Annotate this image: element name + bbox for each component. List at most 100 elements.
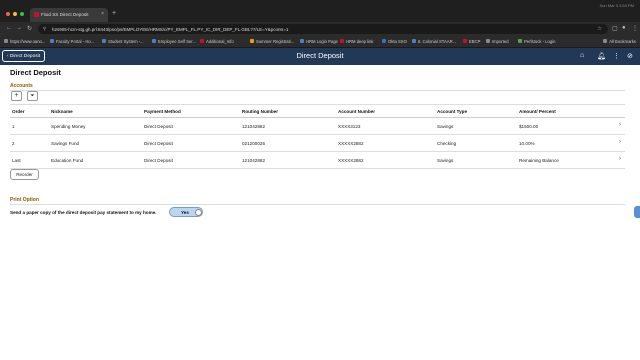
- section-divider: [10, 90, 625, 91]
- bookmark-label: Okta SSO: [388, 38, 407, 44]
- column-header: Nickname: [51, 108, 73, 114]
- actions-menu-icon[interactable]: ⋮: [613, 52, 620, 60]
- bookmark-favicon-icon: [518, 39, 522, 44]
- bookmark-item[interactable]: HRM Login Page: [300, 39, 338, 44]
- browser-menu-icon[interactable]: ⋮: [632, 25, 638, 32]
- favicon-icon: [34, 12, 39, 17]
- menubar-status: Sun Mar 3 2:53 PM: [599, 3, 634, 8]
- bookmark-label: EBCP: [469, 38, 481, 44]
- section-divider: [10, 204, 625, 205]
- bookmark-item[interactable]: Summer Registrati...: [250, 39, 294, 44]
- order-cell: Last: [12, 157, 21, 163]
- address-bar-row: ← → ↻ ⚲ h2s905-hcm-stg.gh.prl:8443/psc/p…: [0, 22, 640, 36]
- all-bookmarks[interactable]: All Bookmarks: [603, 39, 636, 44]
- toggle-label: Yes: [181, 209, 189, 215]
- bookmark-label: Student System -...: [108, 38, 144, 44]
- toggle-knob[interactable]: [194, 208, 202, 216]
- profile-icon[interactable]: ●: [622, 25, 626, 31]
- table-row[interactable]: Last Education Fund Direct Deposit 12104…: [10, 152, 625, 169]
- bookmark-item[interactable]: EBCP: [463, 39, 480, 44]
- account-cell: XXXX3123: [338, 123, 361, 129]
- bookmark-item[interactable]: HRM deep link: [340, 39, 373, 44]
- order-cell: 1: [12, 123, 15, 129]
- bookmark-item[interactable]: 6. Colonial STAAR...: [412, 39, 456, 44]
- bookmark-item[interactable]: Student System -...: [102, 39, 144, 44]
- bookmark-favicon-icon: [486, 39, 490, 44]
- column-header: Payment Method: [144, 108, 181, 114]
- nickname-cell: Savings Fund: [51, 140, 80, 146]
- method-cell: Direct Deposit: [144, 157, 173, 163]
- bookmark-star-icon[interactable]: ☆: [597, 26, 602, 32]
- chevron-right-icon[interactable]: ›: [619, 122, 621, 128]
- bookmark-favicon-icon: [102, 39, 106, 44]
- bookmark-label: https://www.oano...: [10, 38, 46, 44]
- new-tab-button[interactable]: +: [112, 10, 116, 17]
- bookmark-label: Perfstock - Login: [524, 38, 556, 44]
- bookmark-favicon-icon: [200, 39, 204, 44]
- browser-tab[interactable]: Fluid SS Direct Deposit ×: [30, 8, 108, 22]
- bookmark-favicon-icon: [382, 39, 386, 44]
- account-cell: XXXXX2882: [338, 157, 364, 163]
- home-icon[interactable]: ⌂: [580, 52, 584, 59]
- column-header: Amount/ Percent: [519, 108, 556, 114]
- bookmark-label: HRM deep link: [346, 38, 374, 44]
- bookmark-favicon-icon: [340, 39, 344, 44]
- url-text: h2s905-hcm-stg.gh.prl:8443/psc/ps/EMPLOY…: [52, 26, 289, 32]
- add-account-button[interactable]: +: [11, 91, 22, 101]
- close-window-icon[interactable]: [6, 12, 10, 16]
- extensions-icon[interactable]: ▢: [612, 25, 618, 32]
- table-row[interactable]: 2 Savings Fund Direct Deposit 021200025 …: [10, 135, 625, 152]
- bookmark-label: Imported: [492, 38, 509, 44]
- bookmark-favicon-icon: [412, 39, 416, 44]
- bookmark-item[interactable]: Employee Self Ser...: [152, 39, 196, 44]
- back-icon[interactable]: ←: [6, 25, 12, 31]
- type-cell: Savings: [437, 157, 454, 163]
- maximize-window-icon[interactable]: [20, 12, 24, 16]
- print-option-heading: Print Option: [10, 197, 39, 203]
- bookmark-favicon-icon: [50, 39, 54, 44]
- bookmark-label: 6. Colonial STAAR...: [418, 38, 457, 44]
- app-banner: ‹ Direct Deposit Direct Deposit ⌂ 🔔︎ ⋮ ⊘: [0, 48, 640, 65]
- filter-button[interactable]: ⏷: [27, 91, 38, 101]
- method-cell: Direct Deposit: [144, 140, 173, 146]
- column-header: Account Type: [437, 108, 468, 114]
- routing-cell: 121042882: [242, 123, 265, 129]
- notifications-icon[interactable]: 🔔︎: [597, 52, 606, 60]
- bookmark-item[interactable]: https://www.oano...: [4, 39, 45, 44]
- forward-icon[interactable]: →: [16, 25, 22, 31]
- column-header: Account Number: [338, 108, 376, 114]
- reload-icon[interactable]: ↻: [27, 25, 32, 32]
- tab-close-icon[interactable]: ×: [101, 11, 104, 17]
- minimize-window-icon[interactable]: [13, 12, 17, 16]
- bookmark-item[interactable]: Additional_Info: [200, 39, 234, 44]
- accounts-heading: Accounts: [10, 83, 33, 89]
- chevron-right-icon[interactable]: ›: [619, 156, 621, 162]
- account-cell: XXXXX2882: [338, 140, 364, 146]
- routing-cell: 121042882: [242, 157, 265, 163]
- navbar-icon[interactable]: ⊘: [627, 52, 633, 60]
- nickname-cell: Education Fund: [51, 157, 84, 163]
- banner-title: Direct Deposit: [296, 51, 344, 60]
- bookmark-item[interactable]: Perfstock - Login: [518, 39, 555, 44]
- bookmark-label: Additional_Info: [206, 38, 234, 44]
- bookmark-favicon-icon: [4, 39, 8, 44]
- column-header: Order: [12, 108, 25, 114]
- bookmark-item[interactable]: Faculty Portal - Ho...: [50, 39, 94, 44]
- chevron-right-icon[interactable]: ›: [619, 139, 621, 145]
- order-cell: 2: [12, 140, 15, 146]
- bookmark-item[interactable]: Imported: [486, 39, 509, 44]
- table-row[interactable]: 1 Spending Money Direct Deposit 12104288…: [10, 118, 625, 135]
- bookmark-label: Faculty Portal - Ho...: [56, 38, 95, 44]
- side-panel-handle[interactable]: [634, 206, 640, 218]
- site-info-icon[interactable]: ⚲: [43, 26, 46, 32]
- browser-tab-bar: Fluid SS Direct Deposit × + Sun Mar 3 2:…: [0, 0, 640, 22]
- reorder-button[interactable]: Reorder: [10, 169, 39, 180]
- type-cell: Checking: [437, 140, 457, 146]
- table-header: Order Nickname Payment Method Routing Nu…: [10, 104, 625, 118]
- routing-cell: 021200025: [242, 140, 265, 146]
- method-cell: Direct Deposit: [144, 123, 173, 129]
- bookmark-item[interactable]: Okta SSO: [382, 39, 407, 44]
- url-input[interactable]: ⚲ h2s905-hcm-stg.gh.prl:8443/psc/ps/EMPL…: [38, 24, 608, 34]
- paper-copy-toggle[interactable]: Yes: [169, 207, 203, 217]
- bookmark-favicon-icon: [250, 39, 254, 44]
